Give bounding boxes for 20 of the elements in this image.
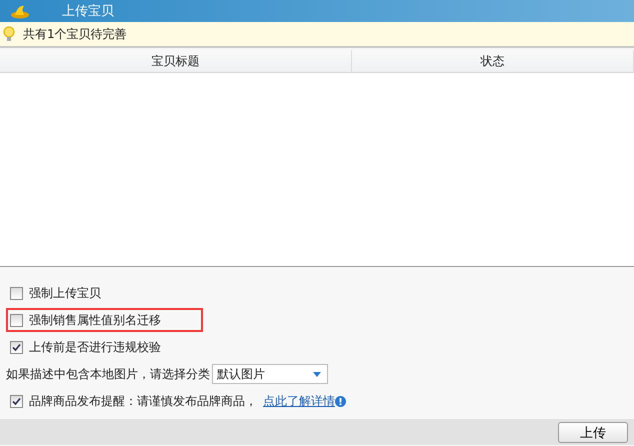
upload-button[interactable]: 上传 xyxy=(558,422,628,442)
hat-icon xyxy=(10,3,30,19)
category-dropdown[interactable]: 默认图片 xyxy=(212,364,328,384)
column-header[interactable]: 宝贝标题 xyxy=(0,50,352,72)
lightbulb-icon xyxy=(3,26,15,42)
info-icon xyxy=(335,396,346,406)
checkbox-label: 品牌商品发布提醒：请谨慎发布品牌商品， xyxy=(29,392,257,410)
details-link[interactable]: 点此了解详情 xyxy=(263,392,335,410)
checkbox-label: 强制销售属性值别名迁移 xyxy=(29,312,161,328)
checkbox-label: 上传前是否进行违规校验 xyxy=(29,338,161,356)
select-label: 如果描述中包含本地图片，请选择分类 xyxy=(6,366,210,382)
checkbox-label: 强制上传宝贝 xyxy=(29,284,101,302)
checkbox[interactable] xyxy=(10,394,23,408)
checkbox[interactable] xyxy=(10,314,23,326)
checkbox[interactable] xyxy=(10,340,23,354)
checkbox[interactable] xyxy=(10,286,23,300)
column-header[interactable]: 状态 xyxy=(352,50,634,72)
caret-icon xyxy=(313,372,321,376)
notice-text: 共有1个宝贝待完善 xyxy=(23,26,127,42)
window-title: 上传宝贝 xyxy=(62,3,114,20)
